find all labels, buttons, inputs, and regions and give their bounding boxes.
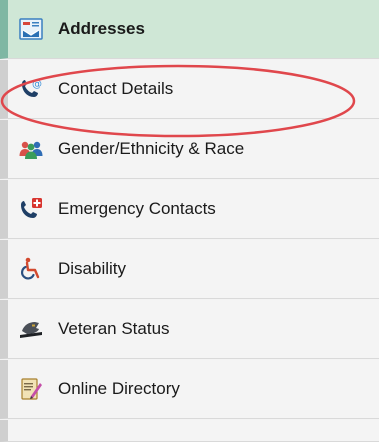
address-card-icon bbox=[18, 16, 44, 42]
svg-text:@: @ bbox=[32, 79, 42, 90]
phone-email-icon: @ bbox=[18, 76, 44, 102]
menu-item-veteran-status[interactable]: Veteran Status bbox=[0, 300, 379, 359]
menu-item-gender-ethnicity-race[interactable]: Gender/Ethnicity & Race bbox=[0, 120, 379, 179]
people-group-icon bbox=[18, 136, 44, 162]
menu-item-contact-details[interactable]: @ Contact Details bbox=[0, 60, 379, 119]
menu-item-emergency-contacts[interactable]: Emergency Contacts bbox=[0, 180, 379, 239]
menu-item-label: Addresses bbox=[58, 19, 145, 38]
menu-item-label: Emergency Contacts bbox=[58, 199, 216, 218]
menu-item-addresses[interactable]: Addresses bbox=[0, 0, 379, 59]
menu-item-online-directory[interactable]: Online Directory bbox=[0, 360, 379, 419]
personal-details-menu: Addresses @ Contact Details Gender/Ethni… bbox=[0, 0, 379, 442]
menu-item-label: Disability bbox=[58, 259, 127, 278]
veteran-hat-icon bbox=[18, 316, 44, 342]
menu-item-label: Online Directory bbox=[58, 379, 180, 398]
emergency-phone-icon bbox=[18, 196, 44, 222]
menu-item-label: Contact Details bbox=[58, 79, 174, 98]
menu-item-partial bbox=[0, 420, 379, 442]
menu-item-disability[interactable]: Disability bbox=[0, 240, 379, 299]
wheelchair-icon bbox=[18, 256, 44, 282]
menu-item-label: Gender/Ethnicity & Race bbox=[58, 139, 245, 158]
directory-book-icon bbox=[18, 376, 44, 402]
menu-item-label: Veteran Status bbox=[58, 319, 170, 338]
